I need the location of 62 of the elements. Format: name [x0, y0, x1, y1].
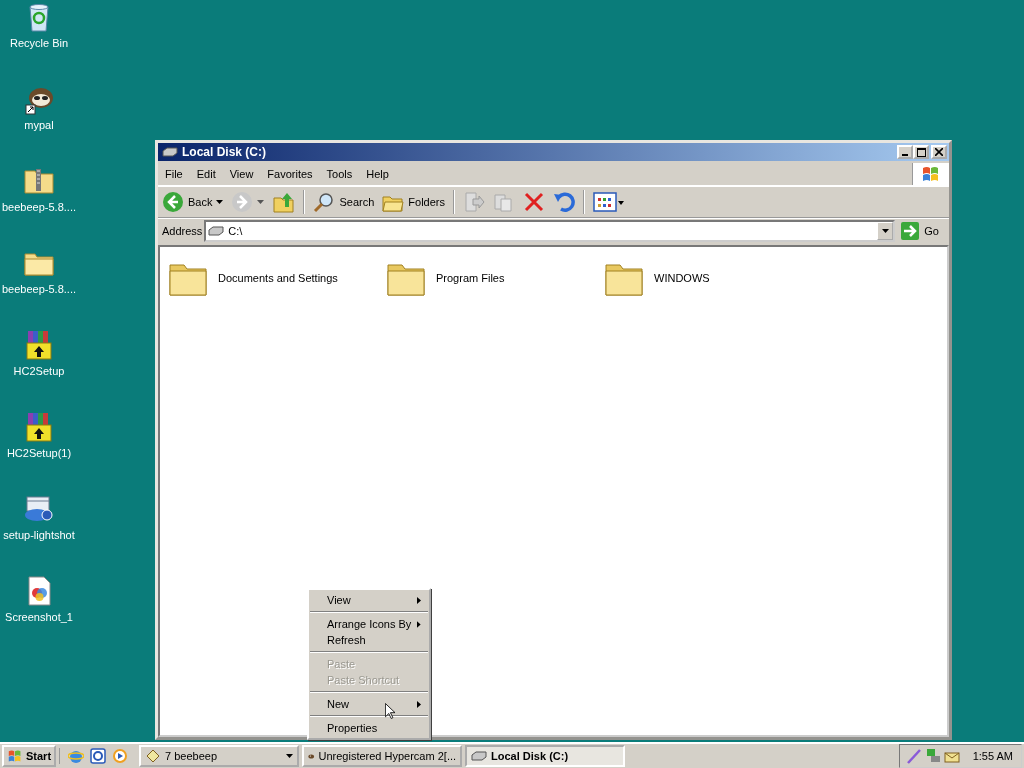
- close-icon: [935, 148, 943, 156]
- folders-button[interactable]: Folders: [382, 192, 445, 212]
- context-menu-item[interactable]: New: [309, 696, 429, 712]
- pen-icon[interactable]: [905, 748, 922, 764]
- desktop-shortcut-icon[interactable]: [90, 748, 107, 764]
- context-menu-item[interactable]: Refresh: [309, 632, 429, 648]
- desktop-icon-label[interactable]: beebeep-5.8....: [2, 201, 76, 213]
- menu-item[interactable]: View: [222, 168, 261, 180]
- caret-icon: [216, 200, 224, 204]
- mouse-cursor-icon: [385, 703, 395, 719]
- desktop-icon-label[interactable]: HC2Setup: [13, 365, 65, 377]
- windows-logo: [7, 749, 23, 763]
- browser-icon[interactable]: [68, 748, 85, 764]
- undo-icon[interactable]: [553, 191, 575, 213]
- drive-icon: [208, 226, 225, 236]
- desktop-icon-label[interactable]: Recycle Bin: [9, 37, 69, 49]
- forward-arrow-icon[interactable]: [231, 191, 266, 213]
- menu-item[interactable]: Favorites: [260, 168, 320, 180]
- address-label: Address: [162, 225, 203, 237]
- dropdown-button[interactable]: [877, 222, 894, 240]
- menu-item[interactable]: Tools: [319, 168, 360, 180]
- desktop-icon-label[interactable]: mypal: [24, 119, 54, 131]
- close-button[interactable]: [931, 145, 947, 159]
- go-arrow-icon: [901, 222, 920, 240]
- menu-item[interactable]: Edit: [189, 168, 223, 180]
- maximize-icon: [916, 147, 926, 157]
- menu-item[interactable]: File: [158, 168, 190, 180]
- taskbar-button[interactable]: Local Disk (C:): [465, 745, 626, 767]
- context-menu-item[interactable]: View: [309, 592, 429, 608]
- network-icon[interactable]: [924, 748, 941, 764]
- desktop-icon-label[interactable]: Screenshot_1: [5, 611, 73, 623]
- desktop-icon-label[interactable]: beebeep-5.8....: [2, 283, 76, 295]
- go-button[interactable]: Go: [897, 222, 945, 240]
- diamond-icon: [145, 748, 162, 764]
- caret-icon: [881, 229, 889, 233]
- folder-label[interactable]: Program Files: [436, 272, 505, 284]
- drive-icon: [162, 147, 178, 157]
- desktop-icon-label[interactable]: HC2Setup(1): [6, 447, 72, 459]
- context-menu-item[interactable]: Properties: [309, 720, 429, 736]
- search-button[interactable]: Search: [313, 191, 375, 213]
- taskbar-button[interactable]: Unregistered Hypercam 2[...: [302, 745, 463, 767]
- delete-icon[interactable]: [523, 191, 545, 213]
- taskbar-button[interactable]: 7 beebeep: [139, 745, 300, 767]
- start-button[interactable]: Start: [2, 745, 57, 767]
- folder-label[interactable]: Documents and Settings: [218, 272, 338, 284]
- context-menu-item[interactable]: Arrange Icons By: [309, 616, 429, 632]
- back-button[interactable]: Back: [162, 191, 224, 213]
- caret-icon: [286, 754, 294, 758]
- minimize-button[interactable]: [897, 145, 913, 159]
- maximize-button[interactable]: [913, 145, 929, 159]
- installer-box-icon[interactable]: [23, 411, 55, 443]
- address-field[interactable]: C:\: [204, 220, 896, 242]
- clock: 1:55 AM: [972, 750, 1013, 762]
- media-player-icon[interactable]: [112, 748, 129, 764]
- views-icon[interactable]: [593, 191, 625, 213]
- drive-icon: [471, 751, 488, 761]
- installer-box-icon[interactable]: [23, 329, 55, 361]
- folder-label[interactable]: WINDOWS: [654, 272, 710, 284]
- menu-item[interactable]: Help: [359, 168, 396, 180]
- window-title: Local Disk (C:): [182, 145, 266, 159]
- search-icon: [313, 191, 336, 213]
- desktop-icon-label[interactable]: setup-lightshot: [3, 529, 75, 541]
